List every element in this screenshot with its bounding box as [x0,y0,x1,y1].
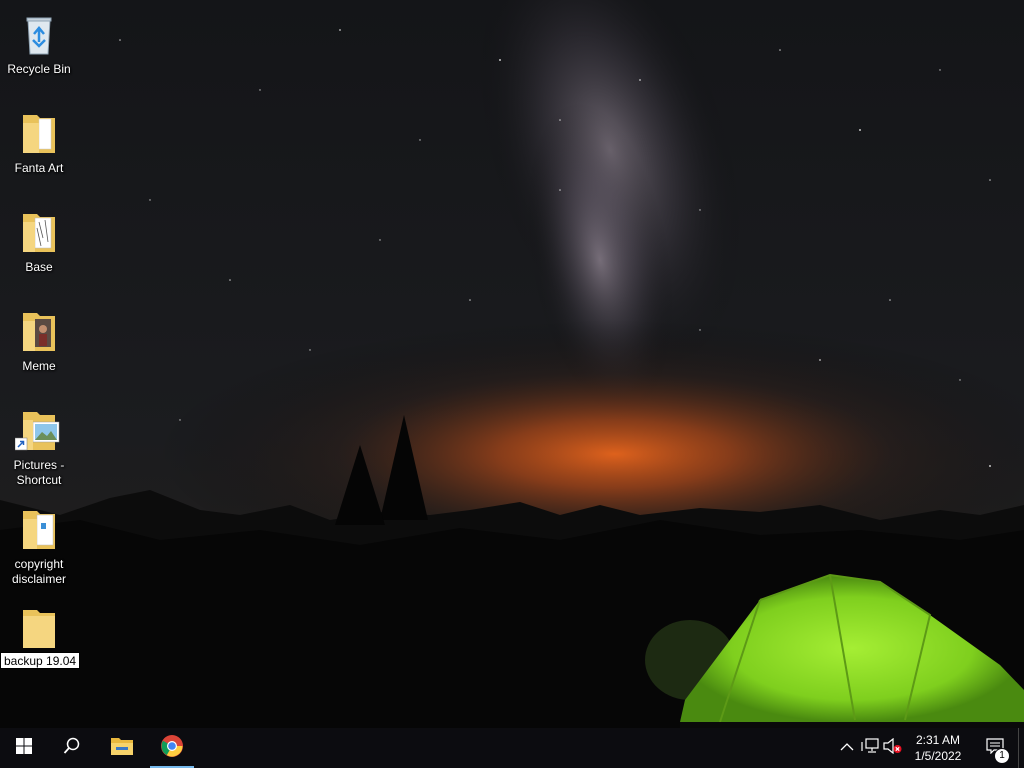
rename-input[interactable] [0,652,80,669]
desktop-icon-label: Pictures - Shortcut [13,458,65,487]
chevron-up-icon [840,739,854,757]
night-sky-tent-wallpaper [0,0,1024,728]
network-icon [861,737,879,759]
desktop-icon-label: Meme [22,359,56,373]
desktop-icon-label: Base [25,260,53,274]
file-explorer-button[interactable] [98,728,146,768]
action-center-button[interactable]: 1 [978,728,1012,768]
start-button[interactable] [0,728,48,768]
desktop-icon-label: Fanta Art [14,161,64,175]
search-icon [63,737,81,760]
search-button[interactable] [48,728,96,768]
desktop-icon-pictures-shortcut[interactable]: Pictures - Shortcut [2,402,76,490]
desktop-icon-base[interactable]: Base [2,204,76,292]
clock-date: 1/5/2022 [914,749,962,763]
network-status-button[interactable] [861,737,879,759]
volume-button[interactable] [883,737,903,759]
taskbar: 2:31 AM 1/5/2022 1 [0,728,1024,768]
clock-button[interactable]: 2:31 AM 1/5/2022 [903,730,973,766]
desktop-icon-label: Recycle Bin [7,62,71,76]
desktop-icon-fanta-art[interactable]: Fanta Art [2,105,76,193]
show-hidden-icons-button[interactable] [839,740,855,756]
desktop-icon-copyright-disclaimer[interactable]: copyright disclaimer [2,501,76,589]
chrome-icon [160,734,184,763]
folder-shortcut-icon [14,406,63,454]
folder-icon [15,109,63,157]
clock-time: 2:31 AM [915,733,961,747]
folder-icon [15,505,63,553]
desktop-icon-recycle-bin[interactable]: Recycle Bin [2,6,76,94]
windows-logo-icon [16,737,32,759]
folder-icon [15,208,63,256]
desktop-icon-label: copyright disclaimer [11,557,66,586]
folder-icon [15,604,63,652]
desktop-wallpaper [0,0,1024,728]
folder-icon [15,307,63,355]
desktop-icon-meme[interactable]: Meme [2,303,76,391]
show-desktop-button[interactable] [1018,728,1024,768]
file-explorer-icon [110,736,134,761]
recycle-bin-icon [15,10,63,58]
desktop-icon-backup-folder[interactable] [2,600,76,688]
chrome-taskbar-button[interactable] [148,728,196,768]
notification-count-badge: 1 [994,748,1010,764]
volume-muted-icon [883,737,903,759]
